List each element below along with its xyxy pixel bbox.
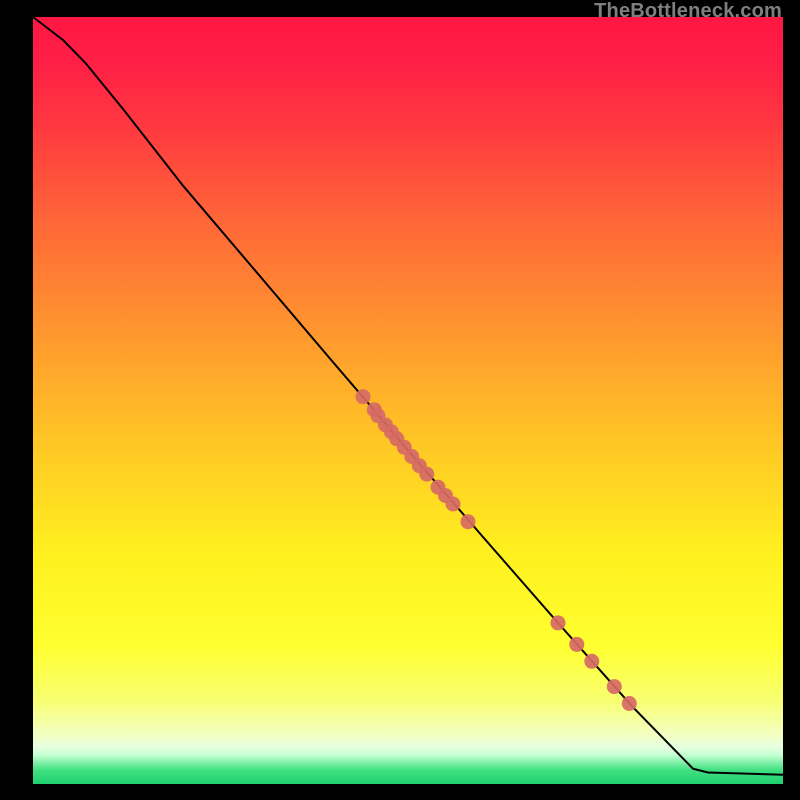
data-point	[607, 679, 622, 694]
chart-overlay	[33, 17, 783, 784]
data-point	[551, 615, 566, 630]
chart-line	[33, 17, 783, 775]
data-point	[622, 696, 637, 711]
chart-frame: TheBottleneck.com	[0, 0, 800, 800]
data-point	[356, 389, 371, 404]
data-point	[419, 467, 434, 482]
data-point	[584, 654, 599, 669]
watermark-text: TheBottleneck.com	[594, 0, 782, 23]
data-points	[356, 389, 637, 711]
data-point	[446, 497, 461, 512]
data-point	[461, 514, 476, 529]
data-point	[569, 637, 584, 652]
plot-area	[33, 17, 783, 784]
